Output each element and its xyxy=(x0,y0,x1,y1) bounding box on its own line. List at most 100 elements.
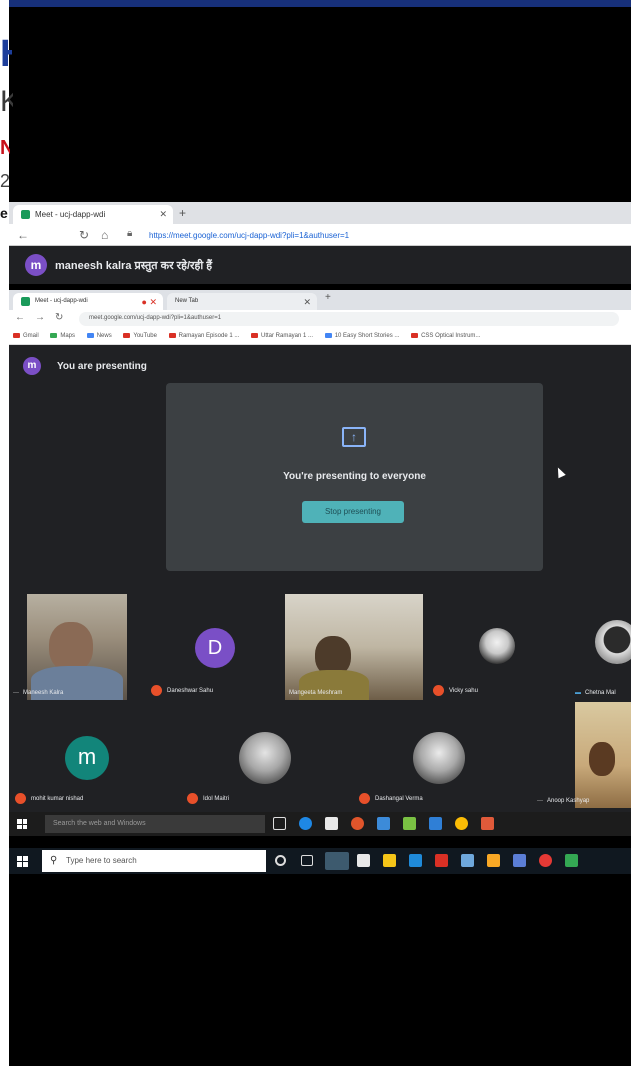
outer-url-field[interactable]: https://meet.google.com/ucj-dapp-wdi?pli… xyxy=(143,227,623,243)
edge-icon[interactable] xyxy=(299,817,312,830)
recording-dot-icon: ● ✕ xyxy=(141,297,157,307)
inner-taskbar: Search the web and Windows xyxy=(9,812,631,836)
task-view-icon[interactable] xyxy=(301,855,313,866)
mail-icon[interactable] xyxy=(409,854,422,867)
bookmark[interactable]: Gmail xyxy=(13,333,39,339)
app-icon[interactable] xyxy=(461,854,474,867)
close-tab-icon[interactable]: ✕ xyxy=(303,297,311,308)
participant-name: — Anoop Kashyap xyxy=(537,798,590,804)
app-icon[interactable] xyxy=(435,854,448,867)
participant-tile[interactable]: Dashangal Verma xyxy=(349,702,519,808)
meet-stage: m You are presenting ↑ You're presenting… xyxy=(9,345,631,590)
avatar xyxy=(413,732,465,784)
avatar: m xyxy=(25,254,47,276)
participant-tile[interactable]: D Daneshwar Sahu xyxy=(147,594,283,700)
participant-tile[interactable]: ▬ Chetna Mal xyxy=(561,594,631,700)
participants-grid: — Maneesh Kalra D Daneshwar Sahu Mangeeta… xyxy=(9,590,631,812)
inner-url-field[interactable]: meet.google.com/ucj-dapp-wdi?pli=1&authu… xyxy=(79,312,619,326)
forward-icon[interactable]: → xyxy=(35,312,45,323)
app-icon[interactable] xyxy=(429,817,442,830)
file-explorer-icon[interactable] xyxy=(383,854,396,867)
presenter-banner: m maneesh kalra प्रस्तुत कर रहे/रही हैं xyxy=(9,246,631,284)
avatar xyxy=(479,628,515,664)
document-fragment: H xyxy=(0,32,12,76)
stop-presenting-button[interactable]: Stop presenting xyxy=(302,501,404,523)
participant-tile[interactable]: Idol Maitri xyxy=(179,702,319,808)
chrome-icon[interactable] xyxy=(455,817,468,830)
participant-tile[interactable]: m mohit kumar nishad xyxy=(9,702,149,808)
back-icon[interactable]: ← xyxy=(15,312,25,323)
reload-icon[interactable]: ↻ xyxy=(79,228,89,242)
bookmark[interactable]: News xyxy=(86,333,112,339)
windows-start-icon[interactable] xyxy=(17,819,27,829)
participant-tile[interactable]: — Maneesh Kalra xyxy=(9,594,137,700)
search-placeholder: Type here to search xyxy=(66,856,137,865)
participant-name: Mangeeta Meshram xyxy=(289,690,343,696)
screenshot: H K( N 2 e Meet - ucj-dapp-wdi ✕ + ← ↻ ⌂… xyxy=(0,0,631,1066)
home-icon[interactable]: ⌂ xyxy=(101,228,108,242)
participant-tile[interactable]: — Anoop Kashyap xyxy=(529,702,631,808)
muted-mic-icon xyxy=(151,685,162,696)
participant-tile[interactable]: Mangeeta Meshram xyxy=(285,594,423,700)
meet-favicon-icon xyxy=(21,210,30,219)
participant-tile[interactable]: Vicky sahu xyxy=(423,594,559,700)
document-fragment: 2 xyxy=(0,171,10,191)
store-icon[interactable] xyxy=(325,817,338,830)
app-icon[interactable] xyxy=(377,817,390,830)
bookmark[interactable]: Maps xyxy=(50,333,75,339)
mouse-cursor-icon xyxy=(554,465,566,479)
camera-feed xyxy=(285,594,423,700)
taskbar-search-input[interactable]: Search the web and Windows xyxy=(45,815,265,833)
meet-favicon-icon xyxy=(21,297,30,306)
document-top-bar xyxy=(0,0,631,7)
participant-name: Idol Maitri xyxy=(187,793,229,804)
bookmark[interactable]: 10 Easy Short Stories ... xyxy=(324,333,399,339)
task-view-icon[interactable] xyxy=(273,817,286,830)
outer-tab-title: Meet - ucj-dapp-wdi xyxy=(35,210,106,219)
app-icon[interactable] xyxy=(565,854,578,867)
inner-address-bar: ← → ↻ meet.google.com/ucj-dapp-wdi?pli=1… xyxy=(9,310,631,328)
taskbar-search-field[interactable]: ⚲ Type here to search xyxy=(42,850,266,872)
cortana-icon[interactable] xyxy=(275,855,286,866)
outer-taskbar: ⚲ Type here to search xyxy=(9,848,631,874)
inner-tab-strip: Meet - ucj-dapp-wdi ● ✕ New Tab ✕ + xyxy=(9,290,631,310)
reload-icon[interactable]: ↻ xyxy=(55,312,63,323)
document-fragment: K( xyxy=(0,85,13,118)
presenting-message: You're presenting to everyone xyxy=(283,471,426,482)
app-icon[interactable] xyxy=(481,817,494,830)
bookmark[interactable]: YouTube xyxy=(123,333,157,339)
vlc-icon[interactable] xyxy=(487,854,500,867)
close-tab-icon[interactable]: ✕ xyxy=(159,209,167,220)
presenting-card: ↑ You're presenting to everyone Stop pre… xyxy=(166,383,543,571)
inner-tab-new[interactable]: New Tab ✕ xyxy=(167,293,317,310)
store-icon[interactable] xyxy=(357,854,370,867)
app-icon[interactable] xyxy=(403,817,416,830)
participant-name: Vicky sahu xyxy=(433,685,478,696)
windows-start-icon[interactable] xyxy=(17,856,28,867)
edge-icon[interactable] xyxy=(325,852,349,870)
bookmark[interactable]: CSS Optical Instrum... xyxy=(411,333,480,339)
lock-icon: 🔒︎ xyxy=(127,228,133,239)
avatar: m xyxy=(23,357,41,375)
bookmark[interactable]: Ramayan Episode 1 ... xyxy=(168,333,239,339)
participant-name: mohit kumar nishad xyxy=(15,793,83,804)
outer-tab-meet[interactable]: Meet - ucj-dapp-wdi ✕ xyxy=(13,205,173,224)
avatar xyxy=(595,620,631,664)
outer-address-bar: ← ↻ ⌂ 🔒︎ https://meet.google.com/ucj-dap… xyxy=(9,224,631,246)
new-tab-icon[interactable]: + xyxy=(179,206,186,220)
muted-mic-icon xyxy=(187,793,198,804)
presenter-label: maneesh kalra प्रस्तुत कर रहे/रही हैं xyxy=(55,260,213,272)
app-icon[interactable] xyxy=(513,854,526,867)
new-tab-icon[interactable]: + xyxy=(325,292,331,303)
avatar xyxy=(239,732,291,784)
inner-tab-meet[interactable]: Meet - ucj-dapp-wdi ● ✕ xyxy=(13,293,163,310)
bookmarks-bar: Gmail Maps News YouTube Ramayan Episode … xyxy=(9,328,631,345)
back-icon[interactable]: ← xyxy=(17,228,29,242)
firefox-icon[interactable] xyxy=(351,817,364,830)
bookmark[interactable]: Uttar Ramayan 1 ... xyxy=(251,333,313,339)
participant-name: Daneshwar Sahu xyxy=(151,685,213,696)
participant-name: Dashangal Verma xyxy=(359,793,423,804)
youtube-icon[interactable] xyxy=(539,854,552,867)
document-fragment: N xyxy=(0,137,10,159)
inner-tab2-title: New Tab xyxy=(175,298,199,304)
